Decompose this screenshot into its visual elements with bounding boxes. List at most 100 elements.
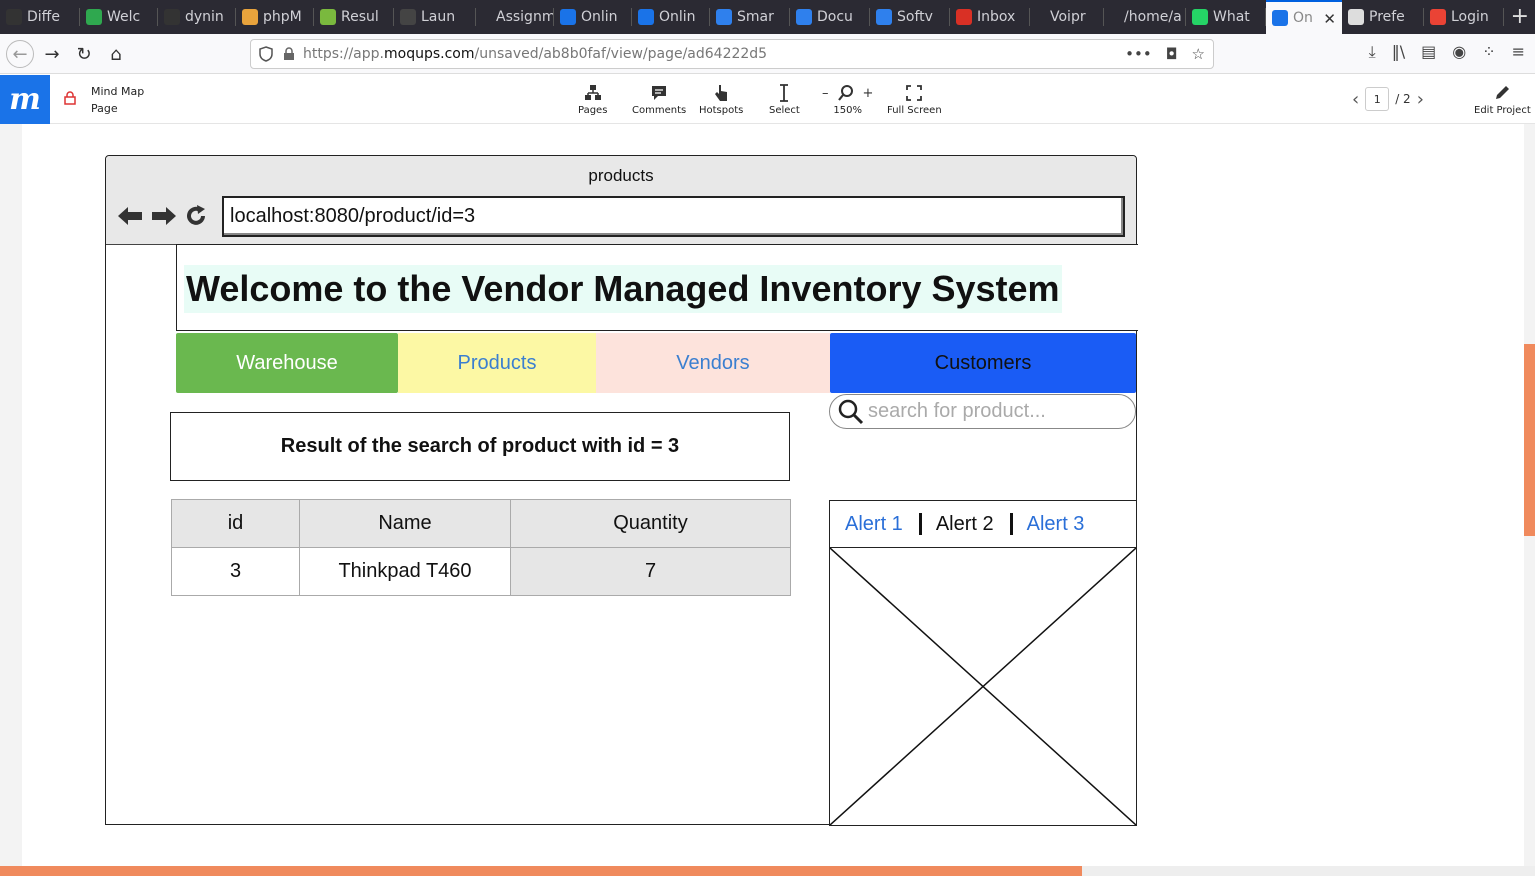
wireframe-address-bar[interactable]: localhost:8080/product/id=3 (222, 196, 1125, 237)
alert-tabs: Alert 1 Alert 2 Alert 3 (830, 501, 1136, 548)
browser-tab-label: Resul (341, 9, 379, 25)
chevron-left-icon[interactable]: ‹ (1352, 89, 1359, 110)
arrow-right-icon[interactable] (150, 204, 178, 228)
nav-warehouse[interactable]: Warehouse (176, 333, 398, 393)
pocket-icon[interactable]: ◘ (1166, 45, 1178, 63)
browser-tab-label: Inbox (977, 9, 1016, 25)
browser-tab[interactable]: Login (1424, 0, 1504, 34)
browser-tab[interactable]: Laun (394, 0, 476, 34)
welcome-banner: Welcome to the Vendor Managed Inventory … (176, 244, 1138, 331)
close-tab-icon[interactable]: ✕ (1323, 10, 1336, 28)
alert-tab-1[interactable]: Alert 1 (845, 513, 903, 536)
nav-vendors[interactable]: Vendors (596, 333, 830, 393)
project-title: Mind Map (91, 85, 145, 98)
browser-tab[interactable]: Onlin (554, 0, 632, 34)
arrow-right-icon: → (44, 43, 60, 65)
browser-tab-label: What (1213, 9, 1250, 25)
horizontal-scrollbar[interactable] (0, 866, 1082, 876)
browser-tab[interactable]: What (1186, 0, 1266, 34)
lock-icon[interactable] (64, 91, 76, 105)
tab-separator (631, 8, 632, 26)
library-icon[interactable]: ‖\ (1392, 42, 1405, 62)
fullscreen-icon (906, 81, 923, 105)
select-tool[interactable]: Select (769, 81, 800, 116)
trello-icon (86, 9, 102, 25)
hotspots-tool[interactable]: Hotspots (699, 81, 743, 116)
home-button[interactable]: ⌂ (102, 40, 130, 68)
confluence-icon (876, 9, 892, 25)
page-label: Page (91, 102, 118, 115)
product-table: id Name Quantity 3 Thinkpad T460 7 (171, 499, 791, 596)
wireframe-browser-header: products localhost:8080/product/id=3 (106, 156, 1136, 245)
arrow-left-icon[interactable] (116, 204, 144, 228)
browser-tab-label: On (1293, 10, 1313, 26)
reload-icon[interactable] (184, 204, 208, 228)
forward-button[interactable]: → (38, 40, 66, 68)
browser-tab[interactable]: Prefe (1342, 0, 1424, 34)
wireframe-window-title: products (588, 166, 654, 185)
sidebar-icon[interactable]: ▤ (1421, 42, 1436, 62)
home-icon: ⌂ (110, 43, 122, 65)
edit-project-button[interactable]: Edit Project (1474, 81, 1531, 116)
tab-separator (869, 8, 870, 26)
browser-tab[interactable]: Resul (314, 0, 394, 34)
browser-tab-strip: Login Prefe On ✕ What/home/a Voipr Inbox Softv D… (0, 0, 1535, 34)
browser-tab[interactable]: On ✕ (1266, 0, 1342, 34)
back-button[interactable]: ← (6, 40, 34, 68)
image-placeholder (830, 548, 1136, 825)
nav-customers[interactable]: Customers (830, 333, 1136, 393)
browser-tab[interactable]: Diffe (0, 0, 80, 34)
zoom-in-button[interactable]: + (863, 86, 874, 101)
tab-separator (475, 8, 476, 26)
browser-tab[interactable]: Voipr (1030, 0, 1104, 34)
bookmark-star-icon[interactable]: ☆ (1192, 45, 1205, 63)
alert-tab-3[interactable]: Alert 3 (1027, 513, 1085, 536)
new-tab-button[interactable]: + (1511, 4, 1529, 29)
gear-icon (1348, 9, 1364, 25)
comment-icon (650, 81, 668, 105)
browser-tab[interactable]: Docu (790, 0, 870, 34)
column-header-id: id (171, 499, 300, 548)
pencil-icon (1496, 86, 1510, 99)
tab-separator (1503, 8, 1504, 26)
menu-icon[interactable]: ≡ (1512, 42, 1525, 62)
alerts-panel: Alert 1 Alert 2 Alert 3 (829, 500, 1137, 826)
comments-tool[interactable]: Comments (632, 81, 686, 116)
browser-tab[interactable]: /home/a (1104, 0, 1186, 34)
url-prefix: https://app. (303, 46, 384, 62)
reload-button[interactable]: ↻ (70, 40, 98, 68)
product-search-input[interactable]: search for product... (829, 394, 1136, 429)
github-icon (6, 9, 22, 25)
browser-tab-label: phpM (263, 9, 302, 25)
browser-tab[interactable]: phpM (236, 0, 314, 34)
column-header-quantity: Quantity (510, 499, 791, 548)
alert-tab-2[interactable]: Alert 2 (936, 513, 994, 536)
browser-tab[interactable]: Inbox (950, 0, 1030, 34)
fullscreen-tool[interactable]: Full Screen (887, 81, 942, 116)
tab-separator (313, 8, 314, 26)
browser-tab[interactable]: Softv (870, 0, 950, 34)
address-bar[interactable]: https://app. moqups.com/unsaved/ab8b0faf/… (250, 39, 1214, 69)
vertical-scrollbar[interactable] (1524, 344, 1535, 536)
page-actions-button[interactable]: ••• (1125, 45, 1152, 63)
browser-tab[interactable]: Assignm (476, 0, 554, 34)
download-icon[interactable]: ⤓ (1369, 42, 1376, 62)
zoom-tool[interactable]: – + 150% (822, 81, 873, 116)
pages-label: Pages (578, 105, 608, 116)
browser-tab[interactable]: dynin (158, 0, 236, 34)
pages-tool[interactable]: Pages (578, 81, 607, 116)
extensions-icon[interactable]: ⁘ (1482, 42, 1495, 62)
nav-products[interactable]: Products (398, 333, 596, 393)
chevron-right-icon[interactable]: › (1417, 89, 1424, 110)
gmail-icon (956, 9, 972, 25)
browser-tab[interactable]: Welc (80, 0, 158, 34)
browser-tab[interactable]: Smar (710, 0, 790, 34)
page-number-input[interactable]: 1 (1365, 87, 1390, 111)
browser-tab[interactable]: Onlin (632, 0, 710, 34)
moqups-logo[interactable]: m (0, 75, 50, 124)
tab-separator (709, 8, 710, 26)
tab-separator (949, 8, 950, 26)
zoom-out-button[interactable]: – (822, 86, 829, 101)
fullscreen-label: Full Screen (887, 105, 942, 116)
account-icon[interactable]: ◉ (1452, 42, 1466, 62)
